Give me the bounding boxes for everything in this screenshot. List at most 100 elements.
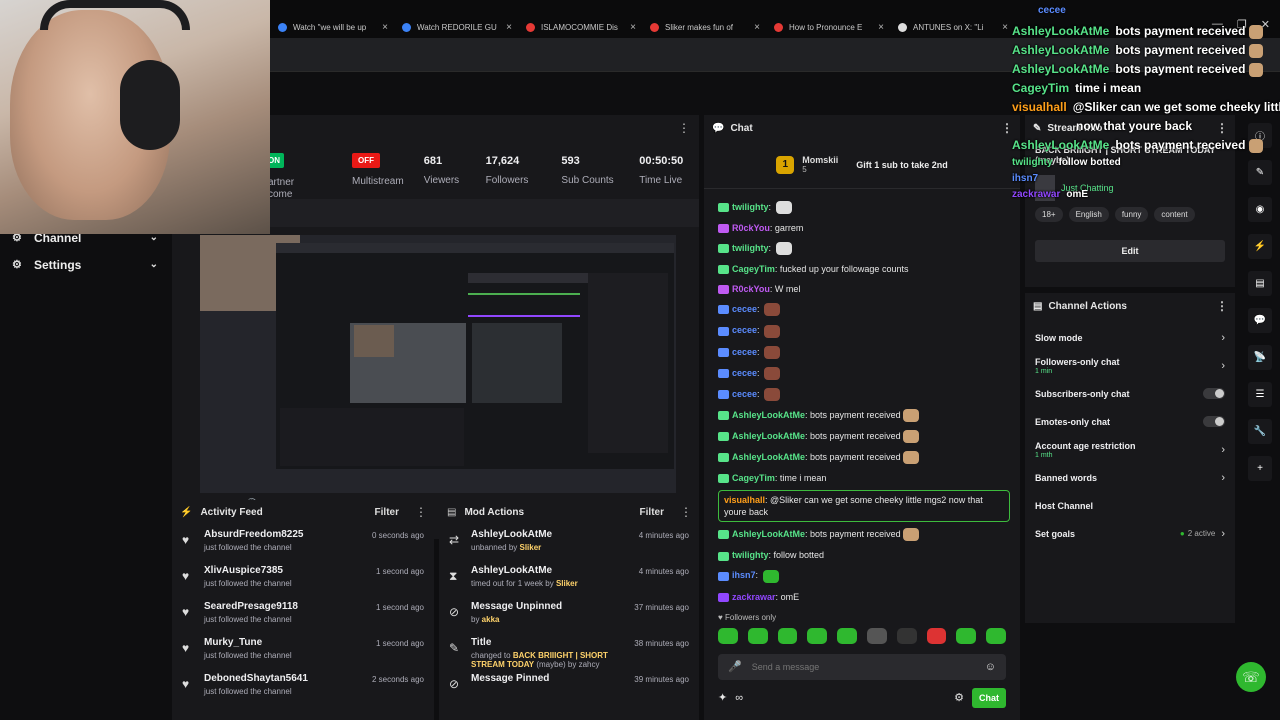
chat-message[interactable]: twilighty: — [718, 238, 1010, 259]
gift-leaderboard[interactable]: 1 Momskii 5 Gift 1 sub to take 2nd — [704, 141, 1020, 189]
chat-message[interactable]: CageyTim: time i mean — [718, 468, 1010, 488]
emote[interactable] — [866, 627, 887, 644]
chat-message[interactable]: cecee: — [718, 342, 1010, 363]
channel-action-item[interactable]: Subscribers-only chat — [1025, 381, 1235, 406]
list-item[interactable]: ♥ Murky_Tune just followed the channel 1 se… — [172, 632, 434, 668]
record-icon[interactable]: ◉ — [1248, 197, 1272, 222]
sidebar-item-settings[interactable]: ⚙ Settings ⌄ — [0, 251, 170, 278]
list-item[interactable]: ♥ XlivAuspice7385 just followed the channe… — [172, 560, 434, 596]
pencil-icon[interactable]: ✎ — [1248, 160, 1272, 185]
emote[interactable] — [986, 627, 1006, 644]
chat-message[interactable]: AshleyLookAtMe: bots payment received — [718, 426, 1010, 447]
browser-tab[interactable]: Sliker makes fun of × — [642, 16, 766, 38]
chat-input-box[interactable]: 🎤 ☺ — [718, 653, 1006, 680]
emote[interactable] — [926, 627, 947, 644]
chat-message[interactable]: AshleyLookAtMe: bots payment received — [718, 524, 1010, 545]
chat-username[interactable]: cecee — [732, 304, 757, 314]
edit-button[interactable]: Edit — [1035, 240, 1225, 262]
chat-message[interactable]: twilighty: follow botted — [718, 545, 1010, 565]
chat-username[interactable]: cecee — [732, 389, 757, 399]
emote[interactable] — [807, 627, 828, 644]
list-item[interactable]: ⧗ AshleyLookAtMe timed out for 1 week by S… — [439, 560, 699, 596]
close-icon[interactable]: × — [1002, 22, 1008, 33]
chat-message[interactable]: twilighty: — [718, 197, 1010, 218]
emote[interactable] — [896, 627, 917, 644]
moderator-name[interactable]: Sliker — [520, 543, 542, 552]
list-item[interactable]: ⊘ Message Unpinned by akka 37 minutes ago — [439, 596, 699, 632]
more-options-icon[interactable]: ⋮ — [1216, 299, 1228, 313]
emote[interactable] — [956, 627, 977, 644]
browser-address-bar[interactable] — [270, 38, 1280, 72]
emote[interactable] — [747, 627, 768, 644]
chat-username[interactable]: twilighty — [732, 202, 769, 212]
chat-username[interactable]: twilighty — [732, 243, 769, 253]
document-icon[interactable]: ▤ — [1248, 271, 1272, 296]
chat-username[interactable]: CageyTim — [732, 473, 775, 483]
chat-message[interactable]: cecee: — [718, 320, 1010, 341]
bits-icon[interactable]: ✦ — [718, 691, 727, 704]
chat-message[interactable]: R0ckYou: garrem — [718, 218, 1010, 238]
restore-icon[interactable]: ❐ — [1237, 18, 1247, 31]
follower-name[interactable]: Murky_Tune — [204, 637, 376, 648]
chat-message[interactable]: cecee: — [718, 299, 1010, 320]
close-icon[interactable]: × — [878, 22, 884, 33]
list-item[interactable]: ♥ AbsurdFreedom8225 just followed the chan… — [172, 524, 434, 560]
info-icon[interactable]: ⓘ — [1248, 123, 1272, 148]
stream-preview[interactable] — [200, 235, 676, 493]
more-options-icon[interactable]: ⋮ — [680, 505, 692, 519]
list-item[interactable]: ⇄ AshleyLookAtMe unbanned by Sliker 4 minut… — [439, 524, 699, 560]
chat-username[interactable]: AshleyLookAtMe — [732, 529, 805, 539]
chat-send-button[interactable]: Chat — [972, 687, 1006, 708]
chat-message-highlighted[interactable]: visualhall: @Sliker can we get some chee… — [718, 490, 1010, 523]
chat-message[interactable]: AshleyLookAtMe: bots payment received — [718, 447, 1010, 468]
mic-icon[interactable]: 🎤 — [728, 660, 742, 673]
chat-username[interactable]: R0ckYou — [732, 223, 770, 233]
list-item[interactable]: ✎ Title changed to BACK BRIIIGHT | SHORT S… — [439, 632, 699, 669]
list-item[interactable]: ♥ DebonedShaytan5641 just followed the cha… — [172, 668, 434, 704]
close-icon[interactable]: × — [630, 22, 636, 33]
list-icon[interactable]: ☰ — [1248, 382, 1272, 407]
more-options-icon[interactable]: ⋮ — [678, 121, 690, 135]
chat-username[interactable]: cecee — [732, 368, 757, 378]
chat-message[interactable]: zackrawar: omE — [718, 587, 1010, 607]
list-item[interactable]: ♥ SearedPresage9118 just followed the chan… — [172, 596, 434, 632]
stat-multistream[interactable]: OFF Multistream — [342, 141, 414, 199]
chat-username[interactable]: CageyTim — [732, 264, 775, 274]
toggle-switch[interactable] — [1203, 388, 1225, 399]
moderator-name[interactable]: Sliker — [556, 579, 578, 588]
chat-message[interactable]: R0ckYou: W mel — [718, 279, 1010, 299]
chat-username[interactable]: visualhall — [724, 495, 765, 505]
chat-message[interactable]: CageyTim: fucked up your followage count… — [718, 259, 1010, 279]
broadcast-icon[interactable]: 📡 — [1248, 345, 1272, 370]
channel-action-item[interactable]: Followers-only chat 1 min › — [1025, 353, 1235, 378]
chat-message[interactable]: cecee: — [718, 384, 1010, 405]
chat-username[interactable]: twilighty — [732, 550, 769, 560]
chat-username[interactable]: AshleyLookAtMe — [732, 410, 805, 420]
close-icon[interactable]: × — [754, 22, 760, 33]
more-options-icon[interactable]: ⋮ — [415, 505, 427, 519]
browser-tab[interactable]: ANTUNES on X: "Li × — [890, 16, 1014, 38]
chat-username[interactable]: AshleyLookAtMe — [732, 431, 805, 441]
lightning-icon[interactable]: ⚡ — [1248, 234, 1272, 259]
chat-username[interactable]: cecee — [732, 347, 757, 357]
chat-username[interactable]: R0ckYou — [732, 284, 770, 294]
chat-message[interactable]: AshleyLookAtMe: bots payment received — [718, 405, 1010, 426]
chat-username[interactable]: ihsn7 — [732, 570, 756, 580]
filter-button[interactable]: Filter — [375, 507, 399, 518]
plus-icon[interactable]: + — [1248, 456, 1272, 481]
more-options-icon[interactable]: ⋮ — [1001, 121, 1013, 135]
browser-tab[interactable]: Watch REDORILE GU × — [394, 16, 518, 38]
chat-username[interactable]: cecee — [732, 325, 757, 335]
channel-action-item[interactable]: Banned words › — [1025, 465, 1235, 490]
follower-name[interactable]: DebonedShaytan5641 — [204, 673, 372, 684]
chat-message[interactable]: ihsn7: — [718, 565, 1010, 586]
channel-action-item[interactable]: Account age restriction 1 mth › — [1025, 437, 1235, 462]
channel-action-item[interactable]: Set goals 2 active › — [1025, 521, 1235, 546]
browser-tab[interactable]: ISLAMOCOMMIE Dis × — [518, 16, 642, 38]
chat-message[interactable]: cecee: — [718, 363, 1010, 384]
channel-action-item[interactable]: Slow mode › — [1025, 325, 1235, 350]
channel-action-item[interactable]: Emotes-only chat — [1025, 409, 1235, 434]
channel-action-item[interactable]: Host Channel — [1025, 493, 1235, 518]
emoji-icon[interactable]: ☺ — [985, 661, 996, 673]
close-icon[interactable]: × — [382, 22, 388, 33]
